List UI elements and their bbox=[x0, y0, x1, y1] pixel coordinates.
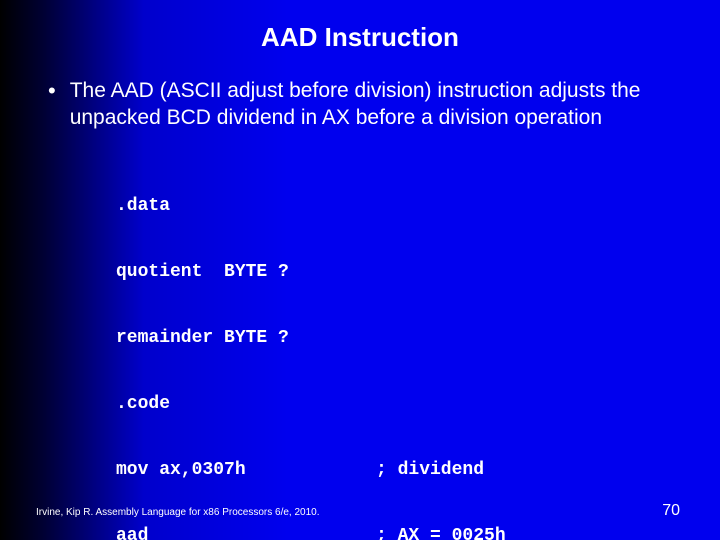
code-block: .data quotient BYTE ? remainder BYTE ? .… bbox=[116, 151, 676, 540]
bullet-item: • The AAD (ASCII adjust before division)… bbox=[70, 77, 676, 131]
code-left: aad bbox=[116, 525, 376, 540]
code-left: .code bbox=[116, 393, 376, 415]
code-left: quotient BYTE ? bbox=[116, 261, 376, 283]
code-line: mov ax,0307h; dividend bbox=[116, 459, 676, 481]
code-line: aad; AX = 0025h bbox=[116, 525, 676, 540]
page-number: 70 bbox=[662, 502, 680, 520]
code-line: remainder BYTE ? bbox=[116, 327, 676, 349]
code-line: .code bbox=[116, 393, 676, 415]
bullet-text: The AAD (ASCII adjust before division) i… bbox=[70, 77, 676, 131]
bullet-marker: • bbox=[48, 77, 56, 105]
code-line: .data bbox=[116, 195, 676, 217]
footer-citation: Irvine, Kip R. Assembly Language for x86… bbox=[36, 507, 320, 518]
code-left: remainder BYTE ? bbox=[116, 327, 376, 349]
content-area: • The AAD (ASCII adjust before division)… bbox=[0, 53, 720, 540]
code-comment: ; AX = 0025h bbox=[376, 525, 506, 540]
code-comment: ; dividend bbox=[376, 459, 484, 481]
code-line: quotient BYTE ? bbox=[116, 261, 676, 283]
code-left: .data bbox=[116, 195, 376, 217]
slide-title: AAD Instruction bbox=[0, 0, 720, 53]
code-left: mov ax,0307h bbox=[116, 459, 376, 481]
